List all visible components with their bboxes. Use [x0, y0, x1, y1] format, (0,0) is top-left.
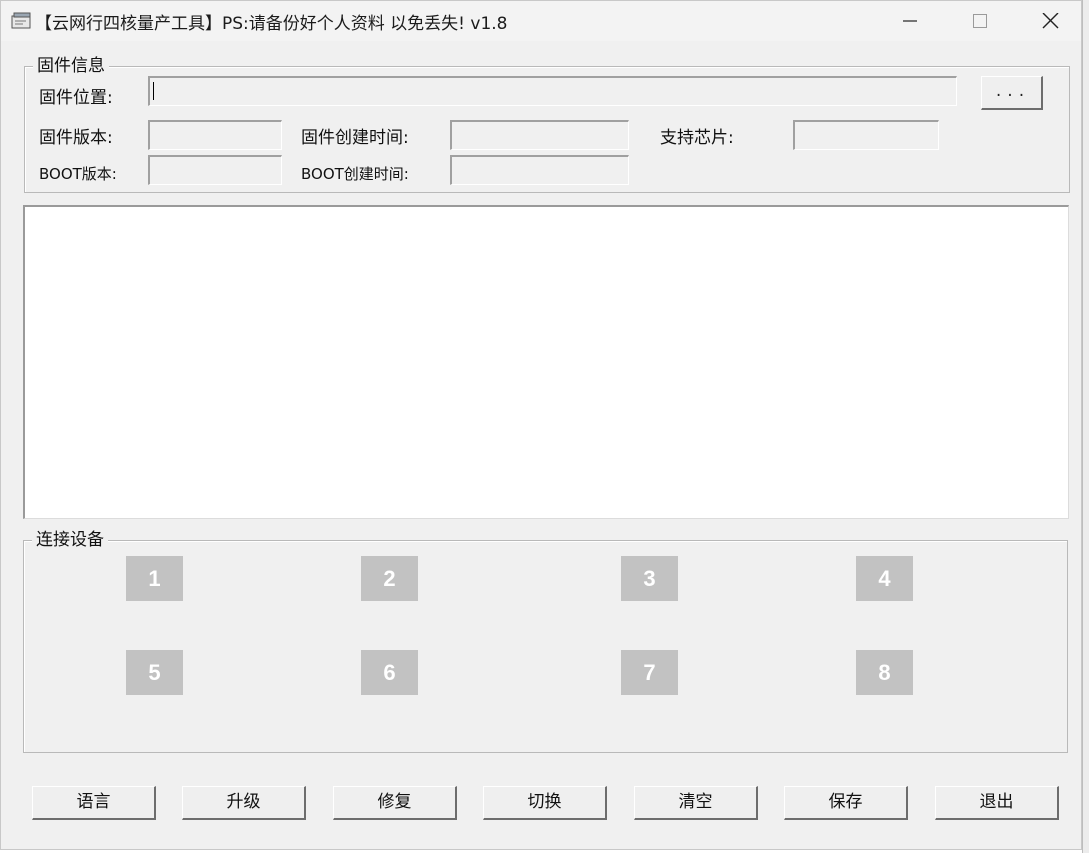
close-icon: [1042, 13, 1059, 29]
supported-chip-field[interactable]: [793, 120, 939, 150]
boot-version-label: BOOT版本:: [39, 165, 117, 183]
device-slot-2[interactable]: 2: [361, 556, 418, 601]
boot-created-field[interactable]: [450, 155, 629, 185]
firmware-created-input[interactable]: [452, 122, 628, 149]
firmware-created-label: 固件创建时间:: [301, 128, 409, 148]
supported-chip-input[interactable]: [795, 122, 938, 149]
firmware-created-field[interactable]: [450, 120, 629, 150]
repair-button[interactable]: 修复: [333, 786, 457, 820]
firmware-info-legend: 固件信息: [33, 55, 109, 77]
device-slot-3[interactable]: 3: [621, 556, 678, 601]
device-slot-1[interactable]: 1: [126, 556, 183, 601]
boot-created-label: BOOT创建时间:: [301, 165, 409, 183]
maximize-icon: [973, 14, 987, 28]
maximize-button[interactable]: [945, 1, 1015, 41]
firmware-version-input[interactable]: [150, 122, 281, 149]
device-slot-6[interactable]: 6: [361, 650, 418, 695]
device-slot-4[interactable]: 4: [856, 556, 913, 601]
app-icon: [11, 12, 33, 30]
window-title: 【云网行四核量产工具】PS:请备份好个人资料 以免丢失! v1.8: [35, 14, 508, 34]
device-slot-7[interactable]: 7: [621, 650, 678, 695]
firmware-location-input[interactable]: [150, 78, 956, 105]
firmware-location-label: 固件位置:: [39, 88, 113, 108]
minimize-icon: [903, 20, 917, 22]
close-button[interactable]: [1015, 1, 1081, 41]
device-slot-5[interactable]: 5: [126, 650, 183, 695]
boot-created-input[interactable]: [452, 157, 628, 184]
firmware-version-field[interactable]: [148, 120, 282, 150]
log-output-area[interactable]: [23, 205, 1069, 519]
main-window: 【云网行四核量产工具】PS:请备份好个人资料 以免丢失! v1.8 固件信息 固…: [0, 0, 1082, 850]
firmware-location-field[interactable]: [148, 76, 957, 106]
background-window-edge: [1082, 0, 1089, 853]
boot-version-field[interactable]: [148, 155, 282, 185]
switch-button[interactable]: 切换: [483, 786, 607, 820]
title-bar[interactable]: 【云网行四核量产工具】PS:请备份好个人资料 以免丢失! v1.8: [1, 1, 1081, 41]
minimize-button[interactable]: [875, 1, 945, 41]
firmware-version-label: 固件版本:: [39, 128, 113, 148]
clear-button[interactable]: 清空: [634, 786, 758, 820]
text-caret: [153, 82, 154, 100]
boot-version-input[interactable]: [150, 157, 281, 184]
save-button[interactable]: 保存: [784, 786, 908, 820]
device-slot-8[interactable]: 8: [856, 650, 913, 695]
connected-devices-legend: 连接设备: [32, 529, 108, 551]
exit-button[interactable]: 退出: [935, 786, 1059, 820]
supported-chip-label: 支持芯片:: [660, 128, 734, 148]
browse-button[interactable]: ...: [981, 76, 1043, 110]
upgrade-button[interactable]: 升级: [182, 786, 306, 820]
language-button[interactable]: 语言: [32, 786, 156, 820]
